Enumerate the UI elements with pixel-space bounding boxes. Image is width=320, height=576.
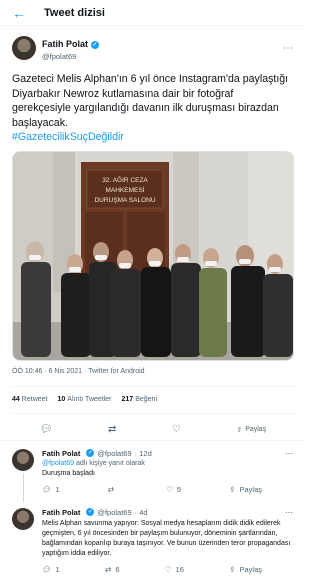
page-title: Tweet dizisi [44,6,105,19]
author-handle[interactable]: @fpolat69 [97,449,131,458]
hashtag-link[interactable]: #GazetecilikSuçDeğildir [12,130,294,145]
more-options-icon[interactable]: ⋯ [285,449,294,458]
author-name[interactable]: Fatih Polat [42,508,80,517]
tweet-photo[interactable]: 32. AĞIR CEZA MAHKEMESİ DURUŞMA SALONU [12,150,294,361]
retweet-icon: ⇄ [105,564,112,574]
author-handle[interactable]: @fpolat69 [97,508,131,517]
tweet-timestamp[interactable]: ÖÖ 10:46 · 6 Nis 2021 · Twitter for Andr… [12,368,294,380]
reply-text: Duruşma başladı [42,469,95,477]
like-button[interactable]: ♡ 16 [165,565,184,574]
share-button[interactable]: ⇪ Paylaş [236,426,266,434]
reply-icon[interactable]: 💬︎ [40,424,53,435]
tweet-actions: 💬︎ ⇄ ♡ ⇪ Paylaş [12,420,294,440]
reply-text: Melis Alphan savunma yapıyor: Sosyal med… [42,519,291,557]
share-label: Paylaş [245,426,267,433]
like-icon: ♡ [166,484,173,494]
share-icon: ⇪ [229,484,236,494]
replying-suffix: adlı kişiye yanıt olarak [75,459,145,467]
reply-button[interactable]: 💬︎ 1 [42,565,60,574]
top-bar: ← Tweet dizisi [0,0,306,26]
retweet-icon[interactable]: ⇄ [108,424,116,435]
like-icon: ♡ [164,564,172,574]
sign-line-3: DURUŞMA SALONU [94,197,155,204]
main-tweet: Fatih Polat ✓ @fpolat69 ⋯ Gazeteci Melis… [0,26,306,440]
verified-badge-icon: ✓ [86,508,95,516]
courthouse-photo: 32. AĞIR CEZA MAHKEMESİ DURUŞMA SALONU [13,151,293,360]
retweet-icon: ⇄ [107,484,115,494]
reply-actions: 💬︎ 1 ⇄ 6 ♡ 16 ⇪ Paylaş [42,565,262,574]
like-button[interactable]: ♡ 5 [166,485,181,494]
author-handle[interactable]: @fpolat69 [42,52,99,62]
share-icon: ⇪ [236,426,243,434]
reply-time[interactable]: · 12d [135,449,152,458]
reply-actions: 💬︎ 1 ⇄ ♡ 5 ⇪ Paylaş [42,485,262,494]
author-name[interactable]: Fatih Polat [42,449,80,458]
tweet-stats: 44 Retweet 10 Alıntı Tweetler 217 Beğeni [12,393,294,407]
replying-handle[interactable]: @fpolat69 [42,460,74,467]
divider [12,412,294,414]
avatar[interactable] [12,448,34,471]
reply-icon: 💬︎ [42,484,52,494]
reply-time[interactable]: · 4d [135,508,148,517]
like-icon[interactable]: ♡ [172,424,181,435]
divider [12,385,294,387]
share-icon: ⇪ [229,564,236,574]
replying-to: @fpolat69 adlı kişiye yanıt olarak [42,460,294,467]
arrow-left-icon[interactable]: ← [12,5,34,21]
sign-line-2: MAHKEMESİ [105,185,144,194]
tweet-author: Fatih Polat ✓ @fpolat69 ⋯ [12,34,294,62]
reply-button[interactable]: 💬︎ 1 [42,485,60,494]
quote-stat[interactable]: 10 Alıntı Tweetler [57,396,111,403]
reply-tweet[interactable]: Fatih Polat ✓ @fpolat69 · 4d ⋯ Melis Alp… [0,500,306,576]
verified-badge-icon: ✓ [91,40,100,49]
more-options-icon[interactable]: ⋯ [283,43,294,54]
share-button[interactable]: ⇪ Paylaş [229,485,262,494]
reply-icon: 💬︎ [42,564,52,574]
avatar[interactable] [12,507,34,530]
sign-line-1: 32. AĞIR CEZA [102,175,148,184]
verified-badge-icon: ✓ [86,449,95,457]
like-stat[interactable]: 217 Beğeni [122,396,157,403]
author-name[interactable]: Fatih Polat [42,39,88,49]
retweet-button[interactable]: ⇄ [108,485,118,494]
more-options-icon[interactable]: ⋯ [285,508,294,517]
tweet-text: Gazeteci Melis Alphan'ın 6 yıl önce Inst… [12,72,294,145]
reply-tweet[interactable]: Fatih Polat ✓ @fpolat69 · 12d ⋯ @fpolat6… [0,439,306,502]
retweet-stat[interactable]: 44 Retweet [12,396,47,403]
retweet-button[interactable]: ⇄ 6 [105,565,119,574]
avatar[interactable] [12,36,36,60]
tweet-body: Gazeteci Melis Alphan'ın 6 yıl önce Inst… [12,73,289,129]
share-button[interactable]: ⇪ Paylaş [229,565,262,574]
thread-line [23,472,24,502]
